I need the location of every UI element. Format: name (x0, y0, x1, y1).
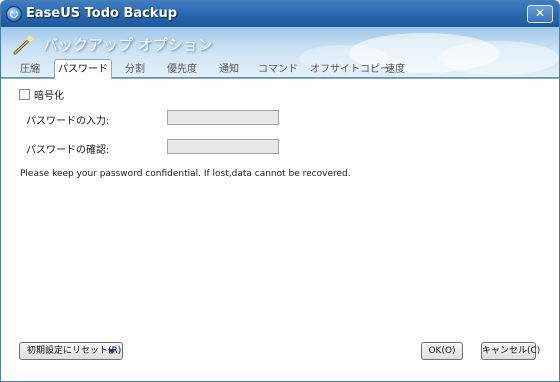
password-label: パスワードの入力: (26, 116, 110, 127)
cancel-button[interactable]: キャンセル(C) (481, 342, 540, 360)
tab-split[interactable]: 分割 (118, 62, 152, 78)
encryption-option[interactable]: 暗号化 (19, 87, 64, 102)
magic-wand-icon (13, 34, 35, 55)
reset-defaults-button[interactable]: 初期設定にリセット(R) (19, 342, 123, 360)
tab-priority[interactable]: 優先度 (160, 62, 204, 78)
tab-command[interactable]: コマンド (254, 62, 302, 78)
dropdown-arrow-icon[interactable] (108, 349, 116, 354)
confirm-password-label: パスワードの確認: (26, 145, 110, 156)
password-input[interactable] (167, 110, 279, 125)
app-title: EaseUS Todo Backup (26, 6, 178, 21)
tab-speed[interactable]: 速度 (378, 62, 412, 78)
confirm-password-input[interactable] (167, 139, 279, 154)
encryption-checkbox[interactable] (19, 89, 30, 100)
tab-password[interactable]: パスワード (54, 59, 112, 79)
close-button[interactable]: ✕ (527, 5, 553, 23)
tab-content-password: 暗号化 パスワードの入力: パスワードの確認: Please keep your… (1, 78, 559, 381)
title-bar: EaseUS Todo Backup ✕ (1, 1, 559, 27)
dialog-window: EaseUS Todo Backup ✕ バックアップ オプション 圧縮 パスワ… (0, 0, 560, 382)
tab-offsite-copy[interactable]: オフサイトコピー (310, 62, 390, 78)
dialog-title: バックアップ オプション (43, 36, 213, 54)
password-notice: Please keep your password confidential. … (20, 169, 351, 179)
encryption-label: 暗号化 (34, 91, 64, 102)
tab-bar: 圧縮 パスワード 分割 優先度 通知 コマンド オフサイトコピー 速度 (1, 59, 559, 79)
easeus-logo-icon (6, 6, 22, 22)
tab-notification[interactable]: 通知 (212, 62, 246, 78)
tab-compression[interactable]: 圧縮 (13, 62, 47, 78)
ok-button[interactable]: OK(O) (421, 342, 463, 360)
